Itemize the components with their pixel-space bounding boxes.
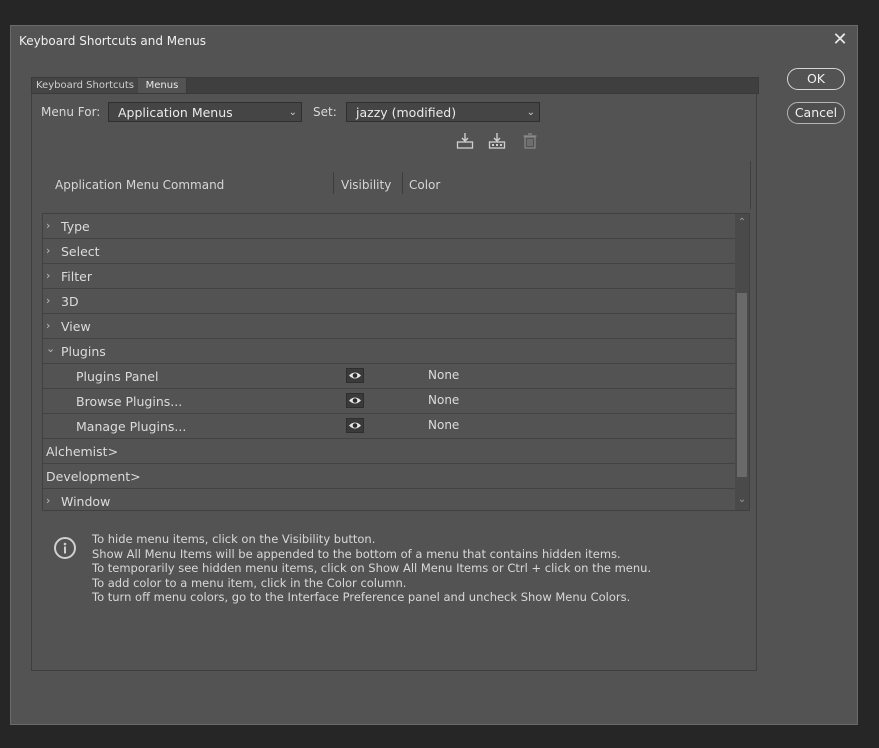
scroll-up-icon[interactable]: ⌃ [735,217,749,231]
row-label: Alchemist> [46,444,119,459]
menu-for-label: Menu For: [41,105,101,119]
info-text: To hide menu items, click on the Visibil… [92,532,651,605]
row-label: Select [61,244,100,259]
row-label: Browse Plugins... [76,394,183,409]
eye-icon[interactable] [346,418,364,433]
eye-icon[interactable] [346,368,364,383]
column-visibility: Visibility [341,178,392,192]
column-divider [333,172,334,194]
menu-command-table: › Type › Select › Filter › 3D › View ⌄ P… [42,213,750,511]
scroll-down-icon[interactable]: ⌄ [735,494,749,508]
save-set-as-icon[interactable] [488,132,506,150]
chevron-right-icon[interactable]: › [46,244,56,257]
chevron-down-icon: ⌄ [526,107,535,118]
row-label: 3D [61,294,79,309]
menu-for-value: Application Menus [118,105,233,120]
chevron-down-icon[interactable]: ⌄ [46,342,56,355]
table-row[interactable]: Development> [43,464,735,489]
keyboard-shortcuts-dialog: Keyboard Shortcuts and Menus ✕ Keyboard … [10,25,858,725]
title-bar: Keyboard Shortcuts and Menus ✕ [11,26,857,56]
chevron-right-icon[interactable]: › [46,294,56,307]
row-label: Plugins [61,344,106,359]
chevron-right-icon[interactable]: › [46,494,56,507]
column-color: Color [409,178,441,192]
info-icon [54,537,76,559]
dialog-title: Keyboard Shortcuts and Menus [19,34,206,48]
color-value[interactable]: None [428,368,459,382]
info-line: To turn off menu colors, go to the Inter… [92,590,631,604]
row-label: Plugins Panel [76,369,159,384]
set-label: Set: [313,105,337,119]
table-row[interactable]: › Type [43,214,735,239]
info-line: Show All Menu Items will be appended to … [92,546,621,561]
row-label: Type [61,219,90,234]
tab-menus[interactable]: Menus [138,78,187,93]
row-label: Filter [61,269,92,284]
info-line: To hide menu items, click on the Visibil… [92,532,376,546]
menu-for-select[interactable]: Application Menus ⌄ [108,102,302,122]
delete-set-icon[interactable] [521,132,539,150]
table-row[interactable]: ⌄ Plugins [43,339,735,364]
color-value[interactable]: None [428,393,459,407]
chevron-right-icon[interactable]: › [46,269,56,282]
row-label: Manage Plugins... [76,419,187,434]
table-row[interactable]: › View [43,314,735,339]
table-row[interactable]: Alchemist> [43,439,735,464]
row-label: Development> [46,469,141,484]
eye-icon[interactable] [346,393,364,408]
table-row[interactable]: › 3D [43,289,735,314]
row-label: View [61,319,91,334]
scrollbar-thumb[interactable] [737,293,747,477]
table-row[interactable]: Manage Plugins... None [43,414,735,439]
column-command: Application Menu Command [55,178,225,192]
chevron-right-icon[interactable]: › [46,319,56,332]
table-row[interactable]: Plugins Panel None [43,364,735,389]
table-row[interactable]: Browse Plugins... None [43,389,735,414]
color-value[interactable]: None [428,418,459,432]
chevron-right-icon[interactable]: › [46,219,56,232]
tab-keyboard-shortcuts[interactable]: Keyboard Shortcuts [32,78,139,93]
table-row[interactable]: › Window [43,489,735,510]
cancel-button[interactable]: Cancel [787,102,845,124]
table-row[interactable]: › Filter [43,264,735,289]
info-line: To add color to a menu item, click in th… [92,575,407,590]
column-divider [402,172,403,194]
info-line: To temporarily see hidden menu items, cl… [92,561,652,575]
row-label: Window [61,494,111,509]
table-header: Application Menu Command Visibility Colo… [42,161,751,209]
table-row[interactable]: › Select [43,239,735,264]
menus-panel: Menu For: Application Menus ⌄ Set: jazzy… [31,92,757,671]
chevron-down-icon: ⌄ [288,107,297,118]
close-icon[interactable]: ✕ [831,31,849,49]
ok-button[interactable]: OK [787,68,845,90]
set-select[interactable]: jazzy (modified) ⌄ [346,102,540,122]
vertical-scrollbar[interactable]: ⌃ ⌄ [735,214,749,510]
set-value: jazzy (modified) [356,105,457,120]
save-set-icon[interactable] [456,132,474,150]
